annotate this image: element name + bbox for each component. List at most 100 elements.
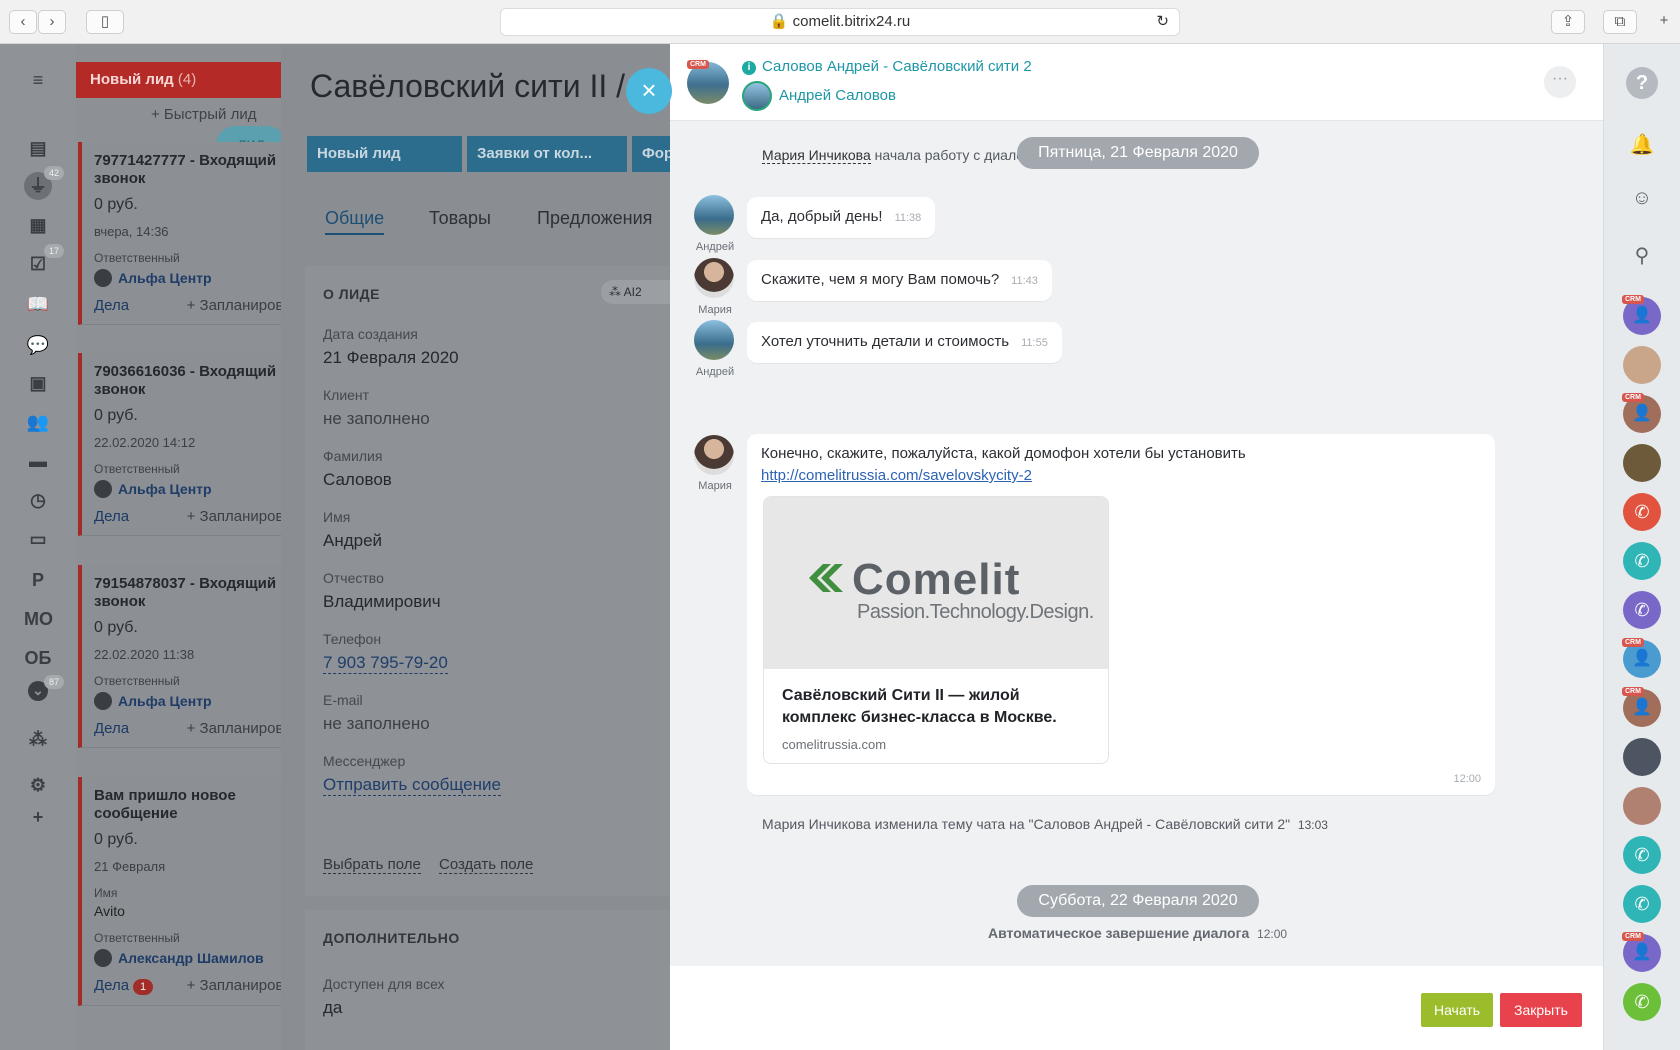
nav-contacts-icon[interactable]: ▣: [24, 369, 52, 397]
chat-title[interactable]: i Салов​ов Андрей - Савёловский сити 2: [742, 58, 1032, 75]
deals-link[interactable]: Дела: [94, 297, 129, 314]
bell-icon[interactable]: 🔔: [1628, 131, 1656, 159]
nav-chat-icon[interactable]: 💬: [24, 331, 52, 359]
nav-knowledge-icon[interactable]: 📖: [24, 290, 52, 318]
lead-card[interactable]: 79771427777 - Входящий звонок 0 руб. вчера…: [78, 142, 281, 325]
card-date: 22.02.2020 11:38: [94, 647, 195, 662]
author-name: Мария: [698, 480, 732, 492]
deals-link[interactable]: Дела: [94, 508, 129, 525]
avatar[interactable]: [694, 195, 734, 235]
card-title[interactable]: 79771427777 - Входящий звонок: [94, 152, 281, 188]
nav-mo-icon[interactable]: МО: [24, 605, 53, 633]
field-value[interactable]: 7 903 795-79-20: [323, 653, 448, 674]
phone-call-icon[interactable]: ✆: [1623, 983, 1661, 1021]
tab-general[interactable]: Общие: [325, 208, 385, 235]
card-responsible[interactable]: Альфа Центр: [94, 692, 281, 710]
card-title[interactable]: Вам пришло новое сообщение: [94, 787, 281, 823]
lead-card[interactable]: Вам пришло новое сообщение 0 руб. 21 Февра…: [78, 777, 281, 1006]
new-tab-button[interactable]: +: [1652, 10, 1676, 34]
message-text: Скажите, чем я могу Вам помочь?: [761, 271, 1000, 288]
avatar[interactable]: [694, 320, 734, 360]
field-value: Владимирович: [323, 592, 441, 611]
card-responsible[interactable]: Александр Шамилов: [94, 949, 281, 967]
author-name: Андрей: [695, 241, 735, 253]
deals-badge: 1: [133, 979, 154, 995]
phone-call-icon[interactable]: ✆: [1623, 591, 1661, 629]
nav-add-icon[interactable]: +: [24, 803, 52, 831]
nav-ob-icon[interactable]: ОБ: [24, 644, 52, 672]
plan-link[interactable]: + Запланировать: [187, 977, 281, 995]
back-button[interactable]: ‹: [9, 10, 37, 34]
about-lead-section: О ЛИДЕ ⁂ AI2 Дата создания 21 Февраля 202…: [305, 266, 671, 896]
nav-time-icon[interactable]: ◷: [24, 486, 52, 514]
start-button[interactable]: Начать: [1421, 993, 1493, 1027]
phone-call-icon[interactable]: ✆: [1623, 885, 1661, 923]
choose-field-link[interactable]: Выбрать поле: [323, 856, 421, 874]
crm-badge: CRM: [1622, 295, 1644, 304]
phone-call-icon[interactable]: ✆: [1623, 542, 1661, 580]
field-value: да: [323, 998, 343, 1017]
sidebar-toggle-button[interactable]: ▯: [86, 10, 124, 34]
link-preview[interactable]: Comelit Passion.Technology.Design. Савёл…: [763, 496, 1109, 764]
search-icon[interactable]: ⚲: [1628, 242, 1656, 270]
stage-new-lead[interactable]: Новый лид: [307, 136, 462, 172]
deals-link[interactable]: Дела: [94, 720, 129, 737]
plan-link[interactable]: + Запланировать: [187, 297, 281, 314]
avatar[interactable]: [694, 435, 734, 475]
lead-detail-panel: Савёловский сити II / к Новый лид Заявки…: [281, 44, 671, 1050]
column-header[interactable]: Новый лид (4): [76, 62, 281, 98]
chat-footer: Начать Закрыть: [670, 966, 1603, 1050]
user-avatar[interactable]: [1623, 787, 1661, 825]
stage-requests[interactable]: Заявки от кол...: [467, 136, 627, 172]
user-avatar[interactable]: [742, 81, 772, 111]
message-link[interactable]: http://comelitrussia.com/savelovskycity-…: [761, 467, 1032, 484]
nav-sites-icon[interactable]: ▭: [24, 525, 52, 553]
chat-user-name[interactable]: Андрей Салов​ов: [779, 87, 896, 104]
user-avatar[interactable]: [1623, 738, 1661, 776]
nav-p-icon[interactable]: Р: [24, 566, 52, 594]
user-avatar[interactable]: [1623, 444, 1661, 482]
share-button[interactable]: ⇪: [1551, 10, 1585, 34]
plan-link[interactable]: + Запланировать: [187, 720, 281, 737]
card-responsible[interactable]: Альфа Центр: [94, 480, 281, 498]
nav-drive-icon[interactable]: ▬: [24, 447, 52, 475]
nav-menu-icon[interactable]: ≡: [24, 66, 52, 94]
card-resp-label: Ответственный: [94, 674, 180, 688]
phone-call-icon[interactable]: ✆: [1623, 836, 1661, 874]
card-title[interactable]: 79036616036 - Входящий звонок: [94, 363, 281, 399]
stage-form[interactable]: Фор: [632, 136, 671, 172]
address-bar[interactable]: 🔒 comelit.bitrix24.ru ↻: [500, 8, 1180, 36]
chat-icon[interactable]: ☺: [1628, 184, 1656, 212]
nav-structure-icon[interactable]: ⁂: [24, 725, 52, 753]
phone-call-icon[interactable]: ✆: [1623, 493, 1661, 531]
crm-badge: CRM: [1622, 638, 1644, 647]
lead-card[interactable]: 79154878037 - Входящий звонок 0 руб. 22.02…: [78, 565, 281, 748]
card-sum: 0 руб.: [94, 831, 138, 848]
field-value[interactable]: Отправить сообщение: [323, 775, 501, 796]
card-title[interactable]: 79154878037 - Входящий звонок: [94, 575, 281, 611]
nav-badge: 42: [44, 166, 64, 180]
card-responsible[interactable]: Альфа Центр: [94, 269, 281, 287]
reload-icon[interactable]: ↻: [1156, 9, 1169, 35]
create-field-link[interactable]: Создать поле: [439, 856, 534, 874]
help-icon[interactable]: ?: [1626, 67, 1658, 99]
ai-chip[interactable]: ⁂ AI2: [601, 280, 671, 304]
tabs-overview-button[interactable]: ⧉: [1603, 10, 1637, 34]
nav-calendar-icon[interactable]: ▦: [24, 211, 52, 239]
tab-products[interactable]: Товары: [429, 208, 491, 229]
user-avatar[interactable]: [1623, 346, 1661, 384]
deals-link[interactable]: Дела 1: [94, 977, 154, 995]
nav-settings-icon[interactable]: ⚙: [24, 771, 52, 799]
forward-button[interactable]: ›: [38, 10, 66, 34]
nav-feed-icon[interactable]: ▤: [24, 134, 52, 162]
tab-offers[interactable]: Предложения: [537, 208, 652, 229]
nav-employees-icon[interactable]: 👥: [24, 408, 52, 436]
plan-link[interactable]: + Запланировать: [187, 508, 281, 525]
user-avatar-icon: [94, 949, 112, 967]
avatar[interactable]: [694, 258, 734, 298]
close-dialog-button[interactable]: Закрыть: [1500, 993, 1582, 1027]
more-button[interactable]: ···: [1544, 66, 1576, 98]
close-slider-button[interactable]: ×: [626, 68, 672, 114]
lead-card[interactable]: 79036616036 - Входящий звонок 0 руб. 22.02…: [78, 353, 281, 536]
quick-lead-button[interactable]: + Быстрый лид: [151, 106, 256, 123]
